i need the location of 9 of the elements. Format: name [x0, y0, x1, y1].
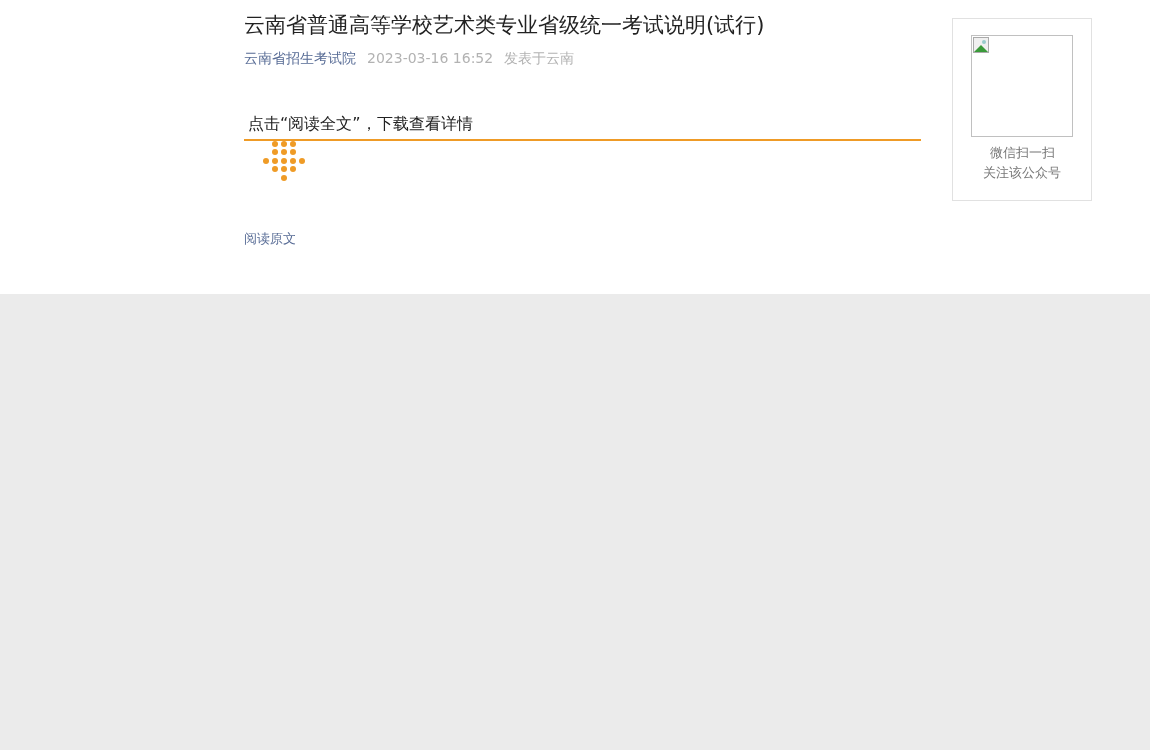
broken-image-icon: [973, 37, 989, 53]
qr-caption: 微信扫一扫: [989, 144, 1055, 162]
account-link[interactable]: 云南省招生考试院: [244, 48, 356, 68]
body-text: 点击“阅读全文”，下载查看详情: [247, 113, 474, 135]
article-title: 云南省普通高等学校艺术类专业省级统一考试说明(试行): [244, 12, 766, 39]
publish-time: 2023-03-16 16:52: [367, 49, 494, 68]
read-original-link[interactable]: 阅读原文: [244, 230, 296, 248]
qr-caption: 关注该公众号: [983, 164, 1061, 182]
publish-location: 发表于云南: [504, 49, 575, 68]
